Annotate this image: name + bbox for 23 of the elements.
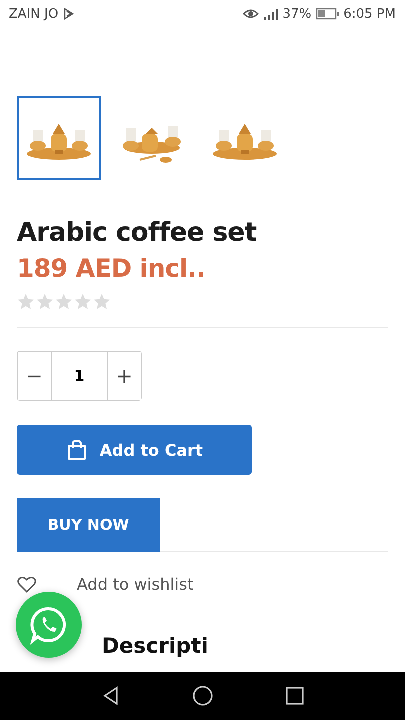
recent-apps-icon[interactable] <box>284 685 306 707</box>
battery-icon <box>316 8 340 20</box>
clock-time: 6:05 PM <box>344 6 396 22</box>
star-icon <box>93 293 111 311</box>
add-to-cart-button[interactable]: Add to Cart <box>17 425 252 475</box>
play-store-icon <box>62 8 75 20</box>
chat-phone-icon <box>29 605 69 645</box>
signal-icon <box>262 8 279 20</box>
bag-icon <box>66 439 88 461</box>
eye-icon <box>242 8 259 20</box>
star-icon <box>36 293 54 311</box>
carrier-name: ZAIN JO <box>9 6 59 22</box>
star-icon <box>17 293 35 311</box>
heart-icon <box>17 576 37 594</box>
star-icon <box>55 293 73 311</box>
section-heading: Descripti <box>102 634 208 658</box>
home-icon[interactable] <box>192 685 214 707</box>
product-price: 189 AED incl.. <box>17 254 206 283</box>
wishlist-link[interactable]: Add to wishlist <box>77 575 194 594</box>
battery-percent: 37% <box>282 6 312 22</box>
buy-now-button[interactable]: BUY NOW <box>17 498 160 552</box>
star-icon <box>74 293 92 311</box>
product-title: Arabic coffee set <box>17 218 257 248</box>
